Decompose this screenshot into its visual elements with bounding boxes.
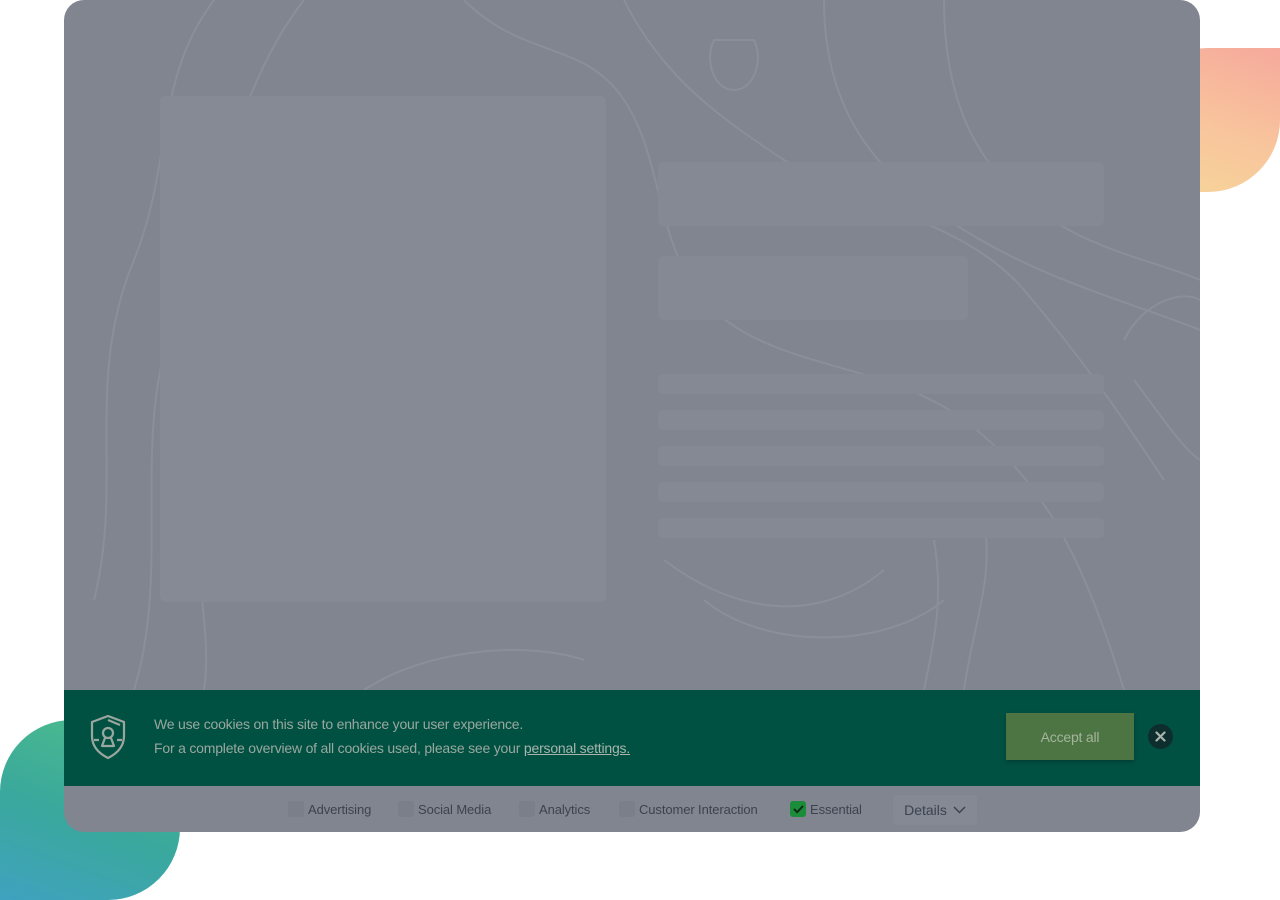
text-line-placeholder: [658, 374, 1104, 394]
cookie-message: We use cookies on this site to enhance y…: [154, 712, 630, 760]
chevron-down-icon: [953, 806, 966, 814]
cookie-banner: We use cookies on this site to enhance y…: [64, 690, 1200, 786]
details-label: Details: [904, 802, 947, 818]
close-icon: [1155, 731, 1166, 742]
social-media-checkbox[interactable]: [398, 801, 414, 817]
image-placeholder: [160, 96, 606, 602]
option-social-media[interactable]: Social Media: [398, 786, 491, 832]
checkmark-icon: [793, 805, 803, 813]
option-advertising[interactable]: Advertising: [288, 786, 371, 832]
advertising-checkbox[interactable]: [288, 801, 304, 817]
option-essential[interactable]: Essential: [790, 786, 862, 832]
page-window: We use cookies on this site to enhance y…: [64, 0, 1200, 832]
analytics-checkbox[interactable]: [519, 801, 535, 817]
customer-interaction-label: Customer Interaction: [639, 801, 758, 817]
social-media-label: Social Media: [418, 801, 492, 817]
essential-label: Essential: [810, 801, 862, 817]
subtitle-placeholder: [658, 256, 968, 320]
details-button[interactable]: Details: [893, 795, 977, 825]
advertising-label: Advertising: [308, 801, 372, 817]
cookie-message-line1: We use cookies on this site to enhance y…: [154, 716, 524, 732]
text-line-placeholder: [658, 410, 1104, 430]
shield-keyhole-icon: [90, 714, 126, 760]
text-line-placeholder: [658, 482, 1104, 502]
text-line-placeholder: [658, 446, 1104, 466]
consent-options-bar: Advertising Social Media Analytics Custo…: [64, 786, 1200, 832]
title-placeholder: [658, 162, 1104, 226]
cookie-message-line2-text: For a complete overview of all cookies u…: [154, 740, 524, 756]
option-analytics[interactable]: Analytics: [519, 786, 590, 832]
essential-checkbox[interactable]: [790, 801, 806, 817]
option-customer-interaction[interactable]: Customer Interaction: [619, 786, 758, 832]
customer-interaction-checkbox[interactable]: [619, 801, 635, 817]
analytics-label: Analytics: [539, 801, 591, 817]
cookie-message-line2: For a complete overview of all cookies u…: [154, 736, 630, 760]
close-banner-button[interactable]: [1148, 724, 1173, 749]
personal-settings-link[interactable]: personal settings.: [524, 740, 630, 756]
text-line-placeholder: [658, 518, 1104, 538]
accept-all-button[interactable]: Accept all: [1006, 713, 1134, 760]
